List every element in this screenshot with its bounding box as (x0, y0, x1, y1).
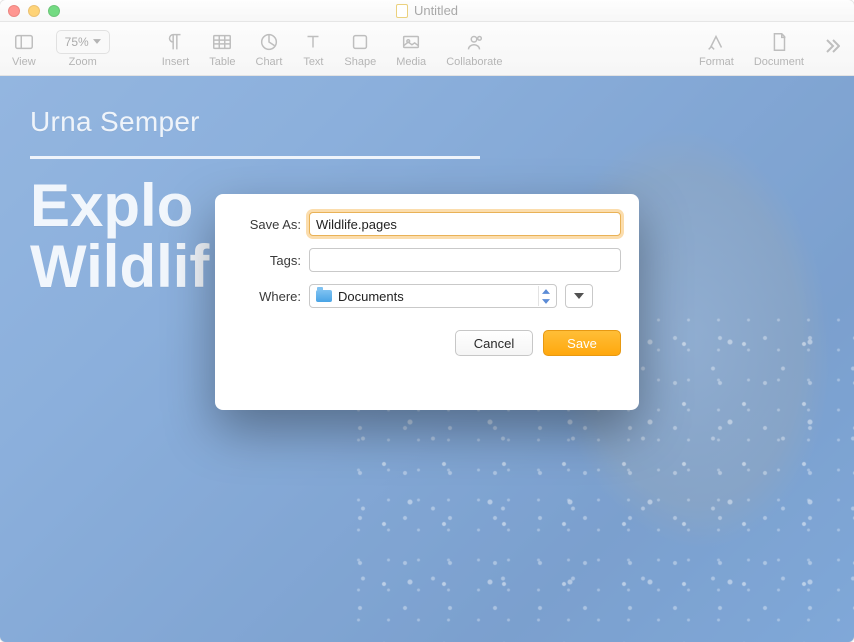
where-stepper[interactable] (538, 286, 552, 306)
folder-icon (316, 290, 332, 302)
button-label: Save (567, 336, 597, 351)
where-label: Where: (233, 289, 309, 304)
where-dropdown[interactable]: Documents (309, 284, 557, 308)
tags-label: Tags: (233, 253, 309, 268)
expand-location-button[interactable] (565, 284, 593, 308)
save-dialog: Save As: Tags: Where: Documents Can (215, 194, 639, 410)
chevron-down-icon (574, 293, 584, 299)
save-as-label: Save As: (233, 217, 309, 232)
save-button[interactable]: Save (543, 330, 621, 356)
tags-input[interactable] (309, 248, 621, 272)
chevron-up-icon (539, 286, 552, 296)
chevron-down-icon (539, 296, 552, 306)
app-window: Untitled View 75% Zoom Insert (0, 0, 854, 642)
cancel-button[interactable]: Cancel (455, 330, 533, 356)
where-value: Documents (338, 289, 528, 304)
button-label: Cancel (474, 336, 514, 351)
save-as-input[interactable] (309, 212, 621, 236)
